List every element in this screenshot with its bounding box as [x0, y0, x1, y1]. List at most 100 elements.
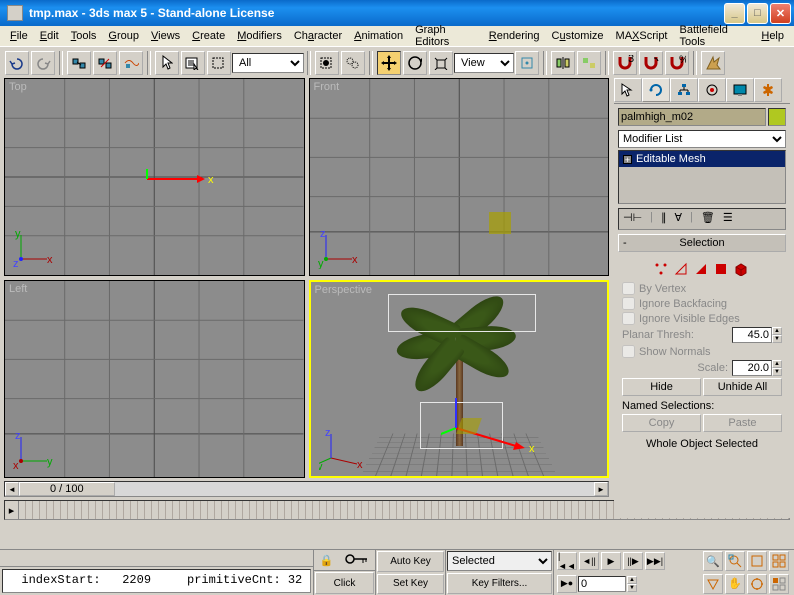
unhide-all-button[interactable]: Unhide All [703, 378, 782, 396]
make-unique-icon[interactable]: ∀ [675, 211, 683, 227]
motion-tab[interactable] [698, 78, 726, 102]
crossing-toggle-button[interactable] [315, 51, 339, 75]
modifier-stack[interactable]: + Editable Mesh [618, 150, 786, 204]
goto-start-button[interactable]: |◄◄ [557, 552, 577, 570]
spinner-up-icon[interactable]: ▲ [772, 360, 782, 368]
create-tab[interactable] [614, 78, 642, 102]
selection-filter-dropdown[interactable]: All [232, 53, 304, 73]
scroll-right-icon[interactable]: ► [594, 482, 608, 496]
scale-field[interactable] [732, 360, 772, 376]
expand-icon[interactable]: + [623, 155, 632, 164]
zoom-all-icon[interactable] [725, 551, 745, 571]
autokey-button[interactable]: Auto Key [377, 551, 444, 572]
show-end-result-icon[interactable]: ∥ [661, 211, 667, 227]
ref-coord-dropdown[interactable]: View [454, 53, 514, 73]
maximize-viewport-icon[interactable] [769, 574, 789, 594]
menu-customize[interactable]: Customize [546, 28, 610, 44]
ignore-visible-edges-checkbox[interactable] [622, 312, 635, 325]
face-subobj-icon[interactable] [694, 262, 708, 276]
angle-snap-button[interactable] [639, 51, 663, 75]
ignore-backfacing-checkbox[interactable] [622, 297, 635, 310]
menu-maxscript[interactable]: MAXScript [610, 28, 674, 44]
next-frame-button[interactable]: ||▶ [623, 552, 643, 570]
prev-frame-button[interactable]: ◄|| [579, 552, 599, 570]
paint-selection-button[interactable] [341, 51, 365, 75]
utilities-tab[interactable] [754, 78, 782, 102]
trackbar-toggle-icon[interactable]: ▸ [5, 501, 19, 519]
scroll-left-icon[interactable]: ◄ [5, 482, 19, 496]
spinner-up-icon[interactable]: ▲ [627, 576, 637, 584]
goto-end-button[interactable]: ▶▶| [645, 552, 665, 570]
scale-button[interactable] [429, 51, 453, 75]
menu-tools[interactable]: Tools [65, 28, 103, 44]
undo-button[interactable] [5, 51, 29, 75]
viewport-perspective[interactable]: Perspective x xyz [309, 280, 610, 478]
configure-sets-icon[interactable]: ☰ [723, 211, 733, 227]
spinner-up-icon[interactable]: ▲ [772, 327, 782, 335]
zoom-extents-icon[interactable] [747, 551, 767, 571]
setkey-button[interactable]: Set Key [377, 574, 444, 595]
planar-thresh-field[interactable] [732, 327, 772, 343]
zoom-extents-all-icon[interactable] [769, 551, 789, 571]
redo-button[interactable] [31, 51, 55, 75]
show-normals-checkbox[interactable] [622, 345, 635, 358]
paste-button[interactable]: Paste [703, 414, 782, 432]
vertex-subobj-icon[interactable] [654, 262, 668, 276]
remove-modifier-icon[interactable]: 🗑 [701, 211, 715, 227]
pan-icon[interactable]: ✋ [725, 574, 745, 594]
percent-snap-button[interactable]: % [665, 51, 689, 75]
select-region-button[interactable] [207, 51, 231, 75]
play-button[interactable]: ▶ [601, 552, 621, 570]
time-slider[interactable]: ◄ 0 / 100 ► [4, 481, 609, 497]
menu-group[interactable]: Group [102, 28, 145, 44]
bind-spacewarp-button[interactable] [119, 51, 143, 75]
element-subobj-icon[interactable] [734, 262, 750, 276]
minimize-button[interactable]: _ [724, 3, 745, 24]
align-button[interactable] [577, 51, 601, 75]
zoom-icon[interactable]: 🔍 [703, 551, 723, 571]
link-button[interactable] [67, 51, 91, 75]
unlink-button[interactable] [93, 51, 117, 75]
menu-rendering[interactable]: Rendering [483, 28, 546, 44]
time-slider-thumb[interactable]: 0 / 100 [19, 482, 115, 496]
viewport-top[interactable]: Top x xyz [4, 78, 305, 276]
stack-item-editable-mesh[interactable]: + Editable Mesh [619, 151, 785, 167]
pin-stack-icon[interactable]: ⊣⊢ [623, 211, 642, 227]
key-mode-toggle[interactable]: ▶● [557, 575, 577, 593]
viewport-left[interactable]: Left yzx [4, 280, 305, 478]
key-filter-dropdown[interactable]: Selected [447, 551, 552, 571]
menu-battlefield[interactable]: Battlefield Tools [674, 22, 756, 50]
menu-create[interactable]: Create [186, 28, 231, 44]
menu-animation[interactable]: Animation [348, 28, 409, 44]
modify-tab[interactable] [642, 78, 670, 102]
edge-subobj-icon[interactable] [674, 262, 688, 276]
select-button[interactable] [155, 51, 179, 75]
menu-file[interactable]: File [4, 28, 34, 44]
rollout-selection-header[interactable]: - Selection [618, 234, 786, 252]
hierarchy-tab[interactable] [670, 78, 698, 102]
menu-edit[interactable]: Edit [34, 28, 65, 44]
hide-button[interactable]: Hide [622, 378, 701, 396]
pivot-center-button[interactable] [515, 51, 539, 75]
fov-icon[interactable] [703, 574, 723, 594]
move-button[interactable] [377, 51, 401, 75]
menu-modifiers[interactable]: Modifiers [231, 28, 288, 44]
select-by-name-button[interactable] [181, 51, 205, 75]
key-icon[interactable] [345, 552, 369, 569]
modifier-list-dropdown[interactable]: Modifier List [618, 130, 786, 148]
spinner-down-icon[interactable]: ▼ [772, 335, 782, 343]
menu-character[interactable]: Character [288, 28, 348, 44]
spinner-down-icon[interactable]: ▼ [627, 584, 637, 592]
maximize-button[interactable]: □ [747, 3, 768, 24]
snap-toggle-button[interactable]: 3 [613, 51, 637, 75]
menu-grapheditors[interactable]: Graph Editors [409, 22, 483, 50]
keyfilters-button[interactable]: Key Filters... [447, 573, 552, 595]
close-button[interactable]: ✕ [770, 3, 791, 24]
lock-icon[interactable]: 🔒 [320, 554, 334, 567]
menu-views[interactable]: Views [145, 28, 186, 44]
viewport-front[interactable]: Front xzy [309, 78, 610, 276]
object-name-field[interactable] [618, 108, 766, 126]
mirror-button[interactable] [551, 51, 575, 75]
by-vertex-checkbox[interactable] [622, 282, 635, 295]
copy-button[interactable]: Copy [622, 414, 701, 432]
